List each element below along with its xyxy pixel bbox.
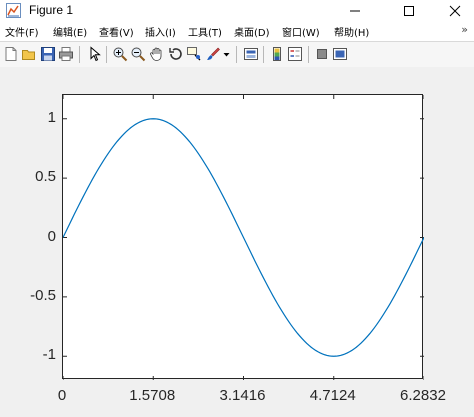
- maximize-icon: [404, 5, 414, 16]
- y-tick-label: 0: [47, 227, 56, 245]
- zoom-out-icon[interactable]: [130, 46, 146, 62]
- minimize-icon: [350, 10, 360, 11]
- new-figure-icon[interactable]: [3, 46, 19, 62]
- brush-icon[interactable]: [205, 46, 221, 62]
- matlab-figure-icon: [6, 3, 21, 18]
- dropdown-arrow-icon[interactable]: [222, 46, 231, 62]
- plot-axes[interactable]: [62, 94, 424, 380]
- toolbar-separator: [308, 46, 309, 63]
- title-bar: Figure 1: [0, 0, 474, 21]
- y-tick-label: 0.5: [35, 168, 56, 186]
- toolbar-separator: [79, 46, 80, 63]
- show-plot-tools-icon[interactable]: [332, 46, 348, 62]
- pointer-icon[interactable]: [86, 46, 102, 62]
- zoom-in-icon[interactable]: [112, 46, 128, 62]
- close-icon: [449, 5, 461, 16]
- menu-edit[interactable]: 编辑(E): [53, 24, 87, 39]
- menu-help[interactable]: 帮助(H): [334, 24, 369, 39]
- open-file-icon[interactable]: [21, 46, 37, 62]
- toolbar-separator: [106, 46, 107, 63]
- window-title: Figure 1: [29, 3, 74, 17]
- print-icon[interactable]: [58, 46, 74, 62]
- x-tick-label: 0: [57, 387, 67, 404]
- toolbar-separator: [236, 46, 237, 63]
- legend-icon[interactable]: [287, 46, 303, 62]
- hide-plot-tools-icon[interactable]: [314, 46, 330, 62]
- x-tick-label: 4.7124: [309, 387, 356, 404]
- minimize-button[interactable]: [338, 0, 372, 21]
- menu-tools[interactable]: 工具(T): [188, 24, 222, 39]
- toolbar-separator: [263, 46, 264, 63]
- x-tick-label: 1.5708: [129, 387, 176, 404]
- menu-file[interactable]: 文件(F): [5, 24, 39, 39]
- menu-bar: 文件(F) 编辑(E) 查看(V) 插入(I) 工具(T) 桌面(D) 窗口(W…: [0, 21, 474, 41]
- sine-series-line[interactable]: [63, 118, 424, 357]
- y-tick-label: -0.5: [30, 286, 56, 304]
- y-tick-label: -1: [42, 346, 56, 364]
- figure-toolbar: [0, 41, 474, 68]
- menu-insert[interactable]: 插入(I): [145, 24, 176, 39]
- colorbar-icon[interactable]: [269, 46, 285, 62]
- link-plot-icon[interactable]: [243, 46, 259, 62]
- maximize-button[interactable]: [392, 0, 426, 21]
- y-tick-label: 1: [47, 108, 56, 126]
- save-icon[interactable]: [40, 46, 56, 62]
- x-tick-label: 3.1416: [219, 387, 266, 404]
- menu-window[interactable]: 窗口(W): [282, 24, 320, 39]
- x-tick-label: 6.2832: [400, 387, 446, 404]
- plot-svg: [63, 95, 424, 380]
- pan-hand-icon[interactable]: [149, 46, 165, 62]
- rotate-3d-icon[interactable]: [168, 46, 184, 62]
- close-button[interactable]: [438, 0, 472, 21]
- menu-overflow-icon[interactable]: »: [461, 23, 468, 36]
- figure-canvas[interactable]: -1 -0.5 0 0.5 1 0 1.5708 3.1416 4.7124 6.2832: [0, 67, 474, 417]
- menu-desktop[interactable]: 桌面(D): [234, 24, 270, 39]
- menu-view[interactable]: 查看(V): [99, 24, 134, 39]
- data-cursor-icon[interactable]: [186, 46, 202, 62]
